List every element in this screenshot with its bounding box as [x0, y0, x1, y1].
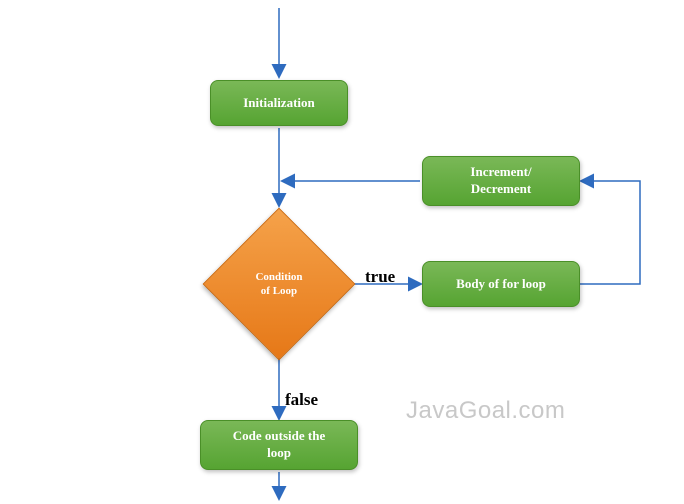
- node-outside-label-2: loop: [267, 445, 291, 462]
- node-initialization: Initialization: [210, 80, 348, 126]
- node-outside-label-1: Code outside the: [233, 428, 325, 445]
- node-incdec-label-1: Increment/: [470, 164, 531, 181]
- watermark-text: JavaGoal.com: [406, 397, 565, 425]
- node-body: Body of for loop: [422, 261, 580, 307]
- node-initialization-label: Initialization: [243, 95, 315, 112]
- node-condition-label-wrap: Condition of Loop: [203, 208, 355, 360]
- node-condition-label-1: Condition: [255, 270, 302, 284]
- edge-label-false: false: [285, 390, 318, 410]
- node-increment-decrement: Increment/ Decrement: [422, 156, 580, 206]
- node-condition: Condition of Loop: [203, 208, 355, 360]
- node-outside: Code outside the loop: [200, 420, 358, 470]
- node-incdec-label-2: Decrement: [471, 181, 531, 198]
- edge-label-true: true: [365, 267, 395, 287]
- node-body-label: Body of for loop: [456, 276, 546, 293]
- node-condition-label-2: of Loop: [255, 284, 302, 298]
